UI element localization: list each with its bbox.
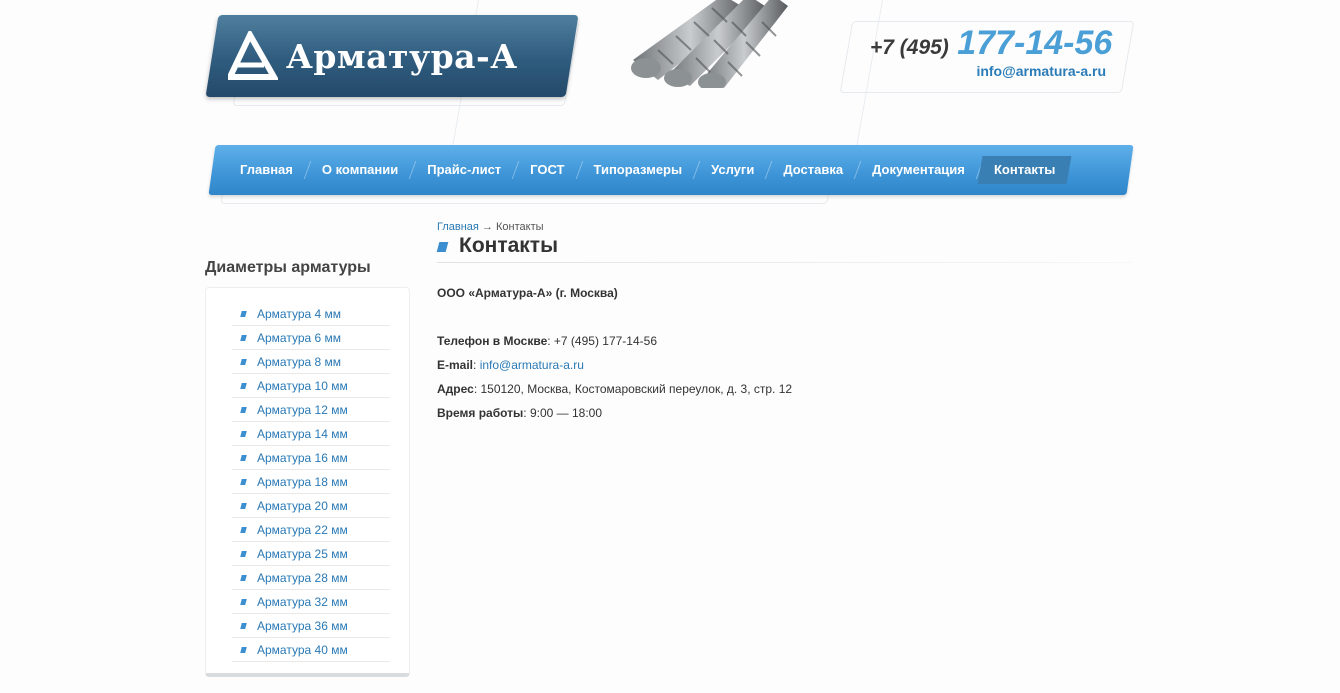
list-item: Арматура 20 мм <box>232 494 390 518</box>
list-item: Арматура 22 мм <box>232 518 390 542</box>
nav-item-services[interactable]: Услуги <box>697 156 768 184</box>
site-logo[interactable]: Арматура-А <box>228 15 568 97</box>
hours-label: Время работы <box>437 406 524 420</box>
contact-content: ООО «Арматура-А» (г. Москва) Телефон в М… <box>437 286 792 430</box>
breadcrumb: Главная → Контакты <box>437 221 544 233</box>
hours-value: : 9:00 — 18:00 <box>523 406 603 420</box>
sidebar-link[interactable]: Арматура 16 мм <box>257 451 348 465</box>
sidebar-list: Арматура 4 мм Арматура 6 мм Арматура 8 м… <box>206 288 409 662</box>
bullet-icon <box>240 310 247 317</box>
nav-item-delivery[interactable]: Доставка <box>769 156 857 184</box>
bullet-icon <box>240 502 247 509</box>
sidebar-link[interactable]: Арматура 12 мм <box>257 403 348 417</box>
sidebar-link[interactable]: Арматура 22 мм <box>257 523 348 537</box>
sidebar-link[interactable]: Арматура 18 мм <box>257 475 348 489</box>
bullet-icon <box>240 478 247 485</box>
sidebar-link[interactable]: Арматура 10 мм <box>257 379 348 393</box>
sidebar-link[interactable]: Арматура 4 мм <box>257 307 341 321</box>
rebar-image <box>631 0 788 88</box>
header-email-link[interactable]: info@armatura-a.ru <box>870 63 1106 79</box>
phone-number: 177-14-56 <box>957 24 1113 62</box>
address-value: : 150120, Москва, Костомаровский переуло… <box>473 382 793 396</box>
list-item: Арматура 6 мм <box>232 326 390 350</box>
sidebar-link[interactable]: Арматура 6 мм <box>257 331 341 345</box>
sidebar-link[interactable]: Арматура 8 мм <box>257 355 341 369</box>
email-separator: : <box>473 358 480 372</box>
bullet-icon <box>240 358 247 365</box>
hours-row: Время работы: 9:00 — 18:00 <box>437 406 792 430</box>
page-title: Контакты <box>459 234 559 257</box>
nav-item-sizes[interactable]: Типоразмеры <box>580 156 697 184</box>
nav-item-contacts[interactable]: Контакты <box>977 156 1072 184</box>
nav-item-home[interactable]: Главная <box>226 156 307 184</box>
bullet-icon <box>240 454 247 461</box>
page-title-block: Контакты <box>436 234 559 258</box>
breadcrumb-separator: → <box>481 221 493 233</box>
email-row: E-mail: info@armatura-a.ru <box>437 358 792 382</box>
sidebar-link[interactable]: Арматура 28 мм <box>257 571 348 585</box>
list-item: Арматура 10 мм <box>232 374 390 398</box>
title-divider <box>437 262 1132 263</box>
phone-code: +7 (495) <box>870 36 949 59</box>
bullet-icon <box>240 550 247 557</box>
address-row: Адрес: 150120, Москва, Костомаровский пе… <box>437 382 792 406</box>
sidebar-link[interactable]: Арматура 20 мм <box>257 499 348 513</box>
sidebar-title: Диаметры арматуры <box>205 259 371 276</box>
phone-value: : +7 (495) 177-14-56 <box>547 334 657 348</box>
bullet-icon <box>240 622 247 629</box>
sidebar-link[interactable]: Арматура 40 мм <box>257 643 348 657</box>
title-marker-icon <box>436 242 449 252</box>
nav-item-price-list[interactable]: Прайс-лист <box>413 156 515 184</box>
email-link[interactable]: info@armatura-a.ru <box>480 358 584 372</box>
list-item: Арматура 28 мм <box>232 566 390 590</box>
bullet-icon <box>240 430 247 437</box>
sidebar-panel: Арматура 4 мм Арматура 6 мм Арматура 8 м… <box>205 287 410 677</box>
list-item: Арматура 18 мм <box>232 470 390 494</box>
list-item: Арматура 4 мм <box>232 302 390 326</box>
breadcrumb-home-link[interactable]: Главная <box>437 221 479 233</box>
list-item: Арматура 25 мм <box>232 542 390 566</box>
logo-triangle-icon <box>228 31 278 80</box>
list-item: Арматура 16 мм <box>232 446 390 470</box>
sidebar-link[interactable]: Арматура 14 мм <box>257 427 348 441</box>
sidebar-link[interactable]: Арматура 36 мм <box>257 619 348 633</box>
nav-item-documentation[interactable]: Документация <box>858 156 979 184</box>
list-item: Арматура 32 мм <box>232 590 390 614</box>
list-item: Арматура 36 мм <box>232 614 390 638</box>
breadcrumb-current: Контакты <box>496 221 544 233</box>
phone-row: Телефон в Москве: +7 (495) 177-14-56 <box>437 334 792 358</box>
bullet-icon <box>240 406 247 413</box>
logo-text: Арматура-А <box>286 36 518 76</box>
bullet-icon <box>240 646 247 653</box>
bullet-icon <box>240 334 247 341</box>
email-label: E-mail <box>437 358 474 372</box>
bullet-icon <box>240 382 247 389</box>
company-name: ООО «Арматура-А» (г. Москва) <box>437 286 618 300</box>
main-nav: Главная О компании Прайс-лист ГОСТ Типор… <box>226 145 1072 195</box>
sidebar-link[interactable]: Арматура 32 мм <box>257 595 348 609</box>
list-item: Арматура 40 мм <box>232 638 390 662</box>
header-contacts: +7 (495) 177-14-56 info@armatura-a.ru <box>870 24 1113 79</box>
bullet-icon <box>240 598 247 605</box>
phone-label: Телефон в Москве <box>437 334 548 348</box>
sidebar-link[interactable]: Арматура 25 мм <box>257 547 348 561</box>
header-phone: +7 (495) 177-14-56 <box>870 24 1113 63</box>
nav-item-about[interactable]: О компании <box>308 156 412 184</box>
nav-item-contacts-label: Контакты <box>993 162 1056 177</box>
list-item: Арматура 8 мм <box>232 350 390 374</box>
bullet-icon <box>240 574 247 581</box>
address-label: Адрес <box>437 382 474 396</box>
list-item: Арматура 12 мм <box>232 398 390 422</box>
list-item: Арматура 14 мм <box>232 422 390 446</box>
nav-item-gost[interactable]: ГОСТ <box>516 156 578 184</box>
bullet-icon <box>240 526 247 533</box>
